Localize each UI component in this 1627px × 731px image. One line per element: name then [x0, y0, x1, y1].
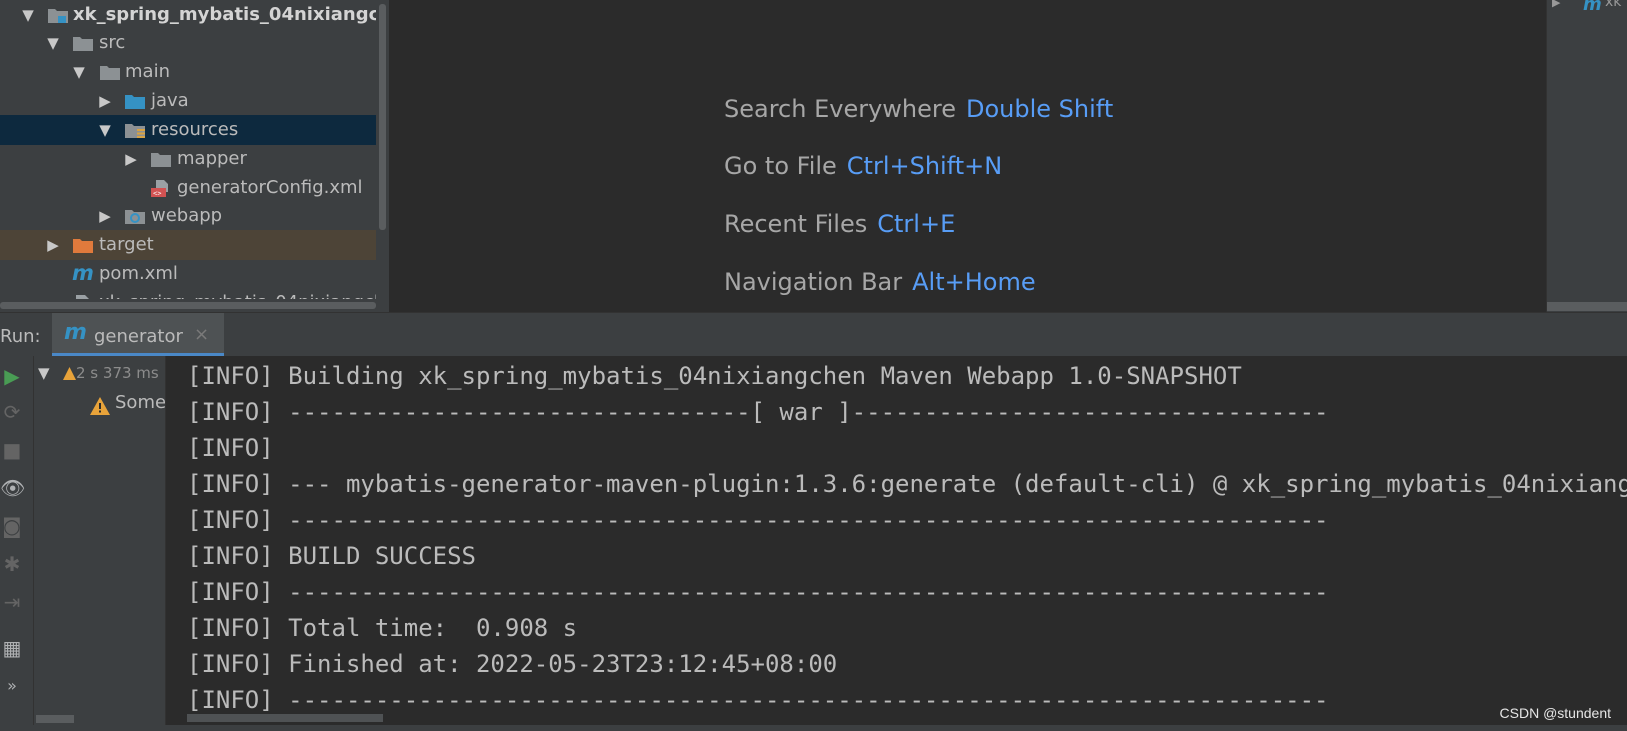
- folder-icon: [100, 66, 120, 80]
- tree-item-generatorconfig[interactable]: <> generatorConfig.xml: [0, 173, 376, 203]
- folder-icon: [151, 153, 171, 167]
- run-tool-window-header: Run: m generator ×: [0, 312, 1627, 358]
- xml-file-icon: <>: [151, 180, 168, 198]
- console-line: [INFO] BUILD SUCCESS: [187, 542, 476, 570]
- tree-item-mapper[interactable]: ▶ mapper: [0, 144, 376, 174]
- project-tree-panel: ▼ xk_spring_mybatis_04nixiangchen ▼ src …: [0, 0, 389, 312]
- run-icon[interactable]: ▶: [0, 364, 24, 388]
- expand-arrow-icon[interactable]: ▼: [71, 57, 87, 87]
- tree-item-target[interactable]: ▶ target: [0, 230, 376, 260]
- svg-text:<>: <>: [153, 190, 161, 198]
- console-output[interactable]: [INFO] Building xk_spring_mybatis_04nixi…: [166, 356, 1627, 731]
- tree-horizontal-scrollbar[interactable]: [0, 299, 389, 312]
- warning-icon: [63, 367, 76, 380]
- console-line: [INFO] --------------------------------[…: [187, 398, 1329, 426]
- hint-recent-files: Recent Files Ctrl+E: [724, 210, 956, 238]
- status-strip: [0, 725, 1627, 731]
- tree-item-webapp[interactable]: ▶ webapp: [0, 201, 376, 231]
- expand-arrow-icon[interactable]: ▼: [45, 28, 61, 58]
- run-toolbar: ▶ ⟳ ■ 👁 ◙ ✱ ⇥ ▦ »: [0, 356, 34, 731]
- module-folder-icon: [48, 9, 68, 23]
- maven-panel-strip: ▶ m xk: [1546, 0, 1627, 312]
- expand-arrow-icon[interactable]: ▼: [38, 364, 50, 382]
- editor-empty-state: Search Everywhere Double Shift Go to File…: [389, 0, 1546, 312]
- hint-navigation-bar: Navigation Bar Alt+Home: [724, 268, 1036, 296]
- run-tree-horizontal-scrollbar[interactable]: [34, 713, 165, 725]
- camera-icon[interactable]: ◙: [0, 514, 24, 538]
- tree-item-main[interactable]: ▼ main: [0, 57, 376, 87]
- console-line: [INFO] --- mybatis-generator-maven-plugi…: [187, 470, 1627, 498]
- tree-item-pom[interactable]: m pom.xml: [0, 259, 376, 289]
- settings-icon[interactable]: ✱: [0, 552, 24, 576]
- run-label: Run:: [0, 326, 41, 347]
- warning-icon: [90, 397, 110, 415]
- excluded-folder-icon: [73, 239, 93, 253]
- maven-icon: m: [72, 261, 94, 285]
- console-line: [INFO] Building xk_spring_mybatis_04nixi…: [187, 362, 1242, 390]
- collapse-arrow-icon[interactable]: ▶: [97, 86, 113, 116]
- exit-icon[interactable]: ⇥: [0, 590, 24, 614]
- tree-item-module[interactable]: ▼ xk_spring_mybatis_04nixiangchen: [0, 0, 389, 30]
- close-icon[interactable]: ×: [194, 324, 209, 345]
- collapse-arrow-icon[interactable]: ▶: [97, 201, 113, 231]
- watermark-text: CSDN @stundent: [1499, 705, 1611, 721]
- tree-item-resources[interactable]: ▼ resources: [0, 115, 376, 145]
- more-icon[interactable]: »: [0, 674, 24, 698]
- console-line: [INFO] ---------------------------------…: [187, 506, 1329, 534]
- maven-project-label[interactable]: xk: [1605, 0, 1621, 10]
- view-icon[interactable]: 👁: [0, 476, 25, 500]
- expand-arrow-icon[interactable]: ▶: [1552, 0, 1560, 9]
- expand-arrow-icon[interactable]: ▼: [20, 0, 36, 30]
- rerun-icon[interactable]: ⟳: [0, 400, 24, 424]
- folder-icon: [73, 37, 93, 51]
- console-line: [INFO] Finished at: 2022-05-23T23:12:45+…: [187, 650, 838, 678]
- hint-go-to-file: Go to File Ctrl+Shift+N: [724, 152, 1003, 180]
- expand-arrow-icon[interactable]: ▼: [97, 115, 113, 145]
- web-folder-icon: [125, 210, 145, 224]
- source-folder-icon: [125, 95, 145, 109]
- maven-icon: m: [1583, 0, 1602, 15]
- collapse-arrow-icon[interactable]: ▶: [123, 144, 139, 174]
- tree-item-src[interactable]: ▼ src: [0, 28, 376, 58]
- console-horizontal-scrollbar[interactable]: [166, 711, 1627, 725]
- run-results-tree: ▼ 2 s 373 ms Some problems were encounte…: [34, 356, 166, 731]
- layout-icon[interactable]: ▦: [0, 636, 24, 660]
- stop-icon[interactable]: ■: [0, 438, 24, 462]
- console-line: [INFO] ---------------------------------…: [187, 578, 1329, 606]
- horizontal-scrollbar[interactable]: [1547, 302, 1627, 311]
- maven-icon: m: [64, 320, 87, 345]
- console-line: [INFO] Total time: 0.908 s: [187, 614, 578, 642]
- resources-folder-icon: [125, 124, 145, 138]
- tree-vertical-scrollbar[interactable]: [376, 0, 389, 312]
- tab-generator[interactable]: m generator ×: [52, 313, 224, 357]
- tree-item-java[interactable]: ▶ java: [0, 86, 376, 116]
- hint-search-everywhere: Search Everywhere Double Shift: [724, 95, 1114, 123]
- collapse-arrow-icon[interactable]: ▶: [45, 230, 61, 260]
- console-line: [INFO]: [187, 434, 274, 462]
